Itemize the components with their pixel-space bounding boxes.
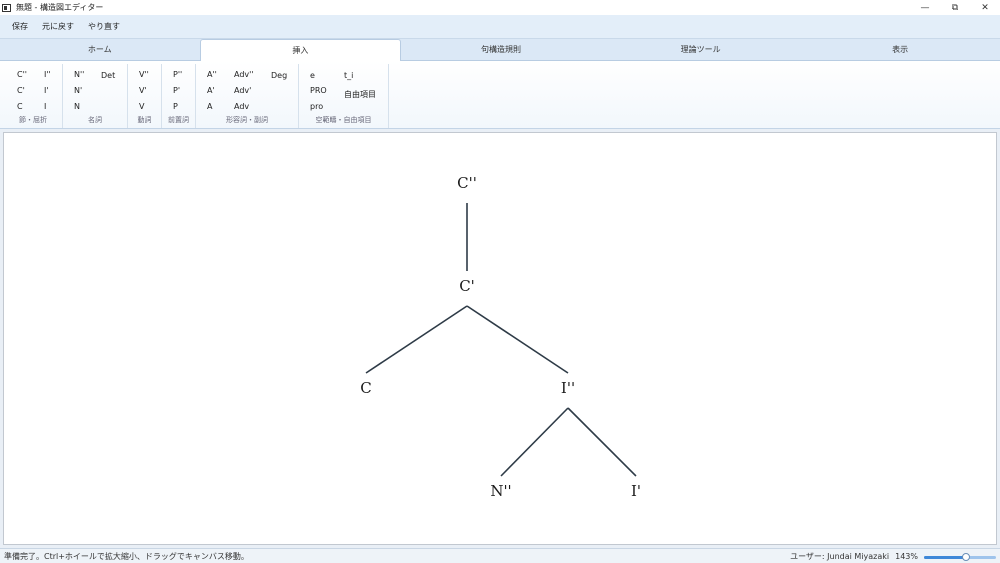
tab-insert[interactable]: 挿入 — [199, 39, 402, 61]
group-label-noun: 名詞 — [88, 116, 102, 124]
insert-p2-button[interactable]: P'' — [173, 70, 182, 79]
insert-p-button[interactable]: P — [173, 102, 178, 111]
insert-i2-button[interactable]: I'' — [44, 70, 51, 79]
ribbon-tabs: ホーム 挿入 句構造規則 理論ツール 表示 — [0, 39, 1000, 61]
group-adj-adv: A'' Adv'' Deg A' Adv' A Adv 形容詞・副詞 — [196, 64, 299, 128]
group-clause: C'' I'' C' I' C I 節・屈折 — [4, 64, 63, 128]
tab-view[interactable]: 表示 — [800, 39, 1000, 60]
insert-n-button[interactable]: N — [74, 102, 80, 111]
insert-det-button[interactable]: Det — [101, 71, 115, 80]
insert-v1-button[interactable]: V' — [139, 86, 147, 95]
tab-home[interactable]: ホーム — [0, 39, 200, 60]
tab-theory-tools[interactable]: 理論ツール — [601, 39, 801, 60]
status-bar: 準備完了。Ctrl+ホイールで拡大縮小、ドラッグでキャンバス移動。 ユーザー: … — [0, 548, 1000, 563]
user-label: ユーザー: Jundai Miyazaki — [790, 552, 890, 561]
insert-adv2-button[interactable]: Adv'' — [234, 70, 254, 79]
group-verb: V'' V' V 動詞 — [128, 64, 162, 128]
tree-edge-c1-c0 — [365, 305, 468, 374]
status-right: ユーザー: Jundai Miyazaki 143% — [790, 549, 996, 563]
save-button[interactable]: 保存 — [5, 21, 35, 32]
insert-c1-button[interactable]: C' — [17, 86, 25, 95]
group-noun: N'' Det N' N 名詞 — [63, 64, 128, 128]
syntax-tree: C'' C' C I'' N'' I' — [360, 174, 641, 500]
insert-e-button[interactable]: e — [310, 71, 315, 80]
zoom-level: 143% — [895, 552, 918, 561]
insert-a-button[interactable]: A — [207, 102, 212, 111]
insert-small-pro-button[interactable]: pro — [310, 102, 323, 111]
insert-i1-button[interactable]: I' — [44, 86, 49, 95]
insert-pro-button[interactable]: PRO — [310, 86, 327, 95]
group-label-adj-adv: 形容詞・副詞 — [226, 116, 268, 124]
tree-edge-c1-i2 — [466, 305, 569, 374]
insert-deg-button[interactable]: Deg — [271, 71, 287, 80]
tree-node-c1[interactable]: C' — [459, 277, 475, 295]
ribbon: C'' I'' C' I' C I 節・屈折 N'' Det N' N 名詞 V… — [0, 61, 1000, 129]
insert-n2-button[interactable]: N'' — [74, 70, 84, 79]
tree-edge-i2-i1 — [567, 407, 637, 477]
canvas-area: C'' C' C I'' N'' I' — [0, 129, 1000, 548]
tree-node-n2[interactable]: N'' — [490, 482, 511, 500]
insert-c2-button[interactable]: C'' — [17, 70, 27, 79]
insert-p1-button[interactable]: P' — [173, 86, 180, 95]
restore-icon[interactable]: ⧉ — [940, 0, 970, 15]
insert-trace-button[interactable]: t_i — [344, 71, 353, 80]
group-label-clause: 節・屈折 — [19, 116, 47, 124]
insert-n1-button[interactable]: N' — [74, 86, 82, 95]
insert-v2-button[interactable]: V'' — [139, 70, 149, 79]
tab-phrase-rules[interactable]: 句構造規則 — [401, 39, 601, 60]
tree-canvas[interactable]: C'' C' C I'' N'' I' — [3, 132, 997, 545]
group-prep: P'' P' P 前置詞 — [162, 64, 196, 128]
undo-button[interactable]: 元に戻す — [35, 21, 81, 32]
title-bar: 無題 - 構造図エディター — ⧉ ✕ — [0, 0, 1000, 15]
zoom-slider-fill — [924, 555, 966, 559]
insert-a2-button[interactable]: A'' — [207, 70, 217, 79]
window-title: 無題 - 構造図エディター — [16, 3, 104, 12]
window-controls: — ⧉ ✕ — [910, 0, 1000, 15]
group-label-prep: 前置詞 — [168, 116, 189, 124]
insert-free-item-button[interactable]: 自由項目 — [344, 89, 376, 100]
tree-edge-i2-n2 — [500, 407, 569, 477]
insert-a1-button[interactable]: A' — [207, 86, 215, 95]
zoom-slider-thumb[interactable] — [961, 552, 970, 561]
tree-node-c2[interactable]: C'' — [457, 174, 477, 192]
tree-node-c0[interactable]: C — [360, 379, 371, 397]
group-label-verb: 動詞 — [137, 116, 152, 124]
insert-i-button[interactable]: I — [44, 102, 46, 111]
tree-node-i2[interactable]: I'' — [561, 379, 575, 397]
insert-v-button[interactable]: V — [139, 102, 144, 111]
tree-node-i1[interactable]: I' — [631, 482, 641, 500]
menu-bar: 保存 元に戻す やり直す — [0, 15, 1000, 39]
minimize-icon[interactable]: — — [910, 0, 940, 15]
insert-c-button[interactable]: C — [17, 102, 23, 111]
app-icon — [2, 3, 11, 12]
status-message: 準備完了。Ctrl+ホイールで拡大縮小、ドラッグでキャンバス移動。 — [4, 551, 249, 561]
group-empty-category: e t_i PRO 自由項目 pro 空範疇・自由項目 — [299, 64, 389, 128]
close-icon[interactable]: ✕ — [970, 0, 1000, 15]
zoom-slider[interactable] — [924, 552, 996, 561]
insert-adv-button[interactable]: Adv — [234, 102, 249, 111]
redo-button[interactable]: やり直す — [81, 21, 127, 32]
group-label-empty-category: 空範疇・自由項目 — [315, 116, 372, 124]
insert-adv1-button[interactable]: Adv' — [234, 86, 251, 95]
